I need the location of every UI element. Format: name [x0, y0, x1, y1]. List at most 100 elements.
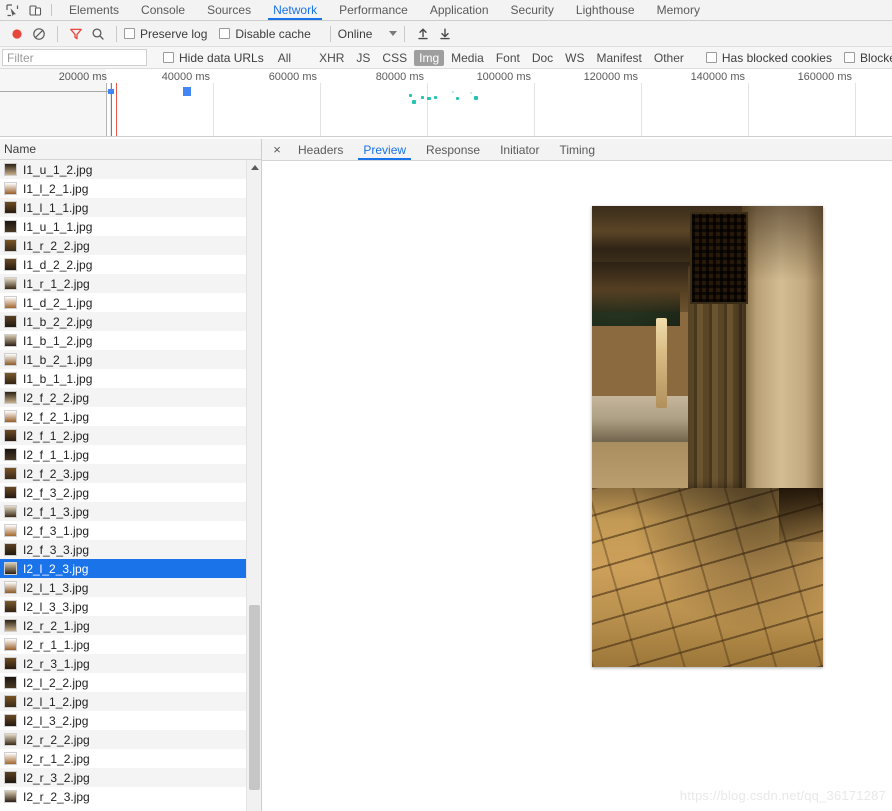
tab-security[interactable]: Security: [500, 0, 565, 20]
request-thumbnail-icon: [4, 334, 17, 347]
filter-type-all[interactable]: All: [273, 50, 296, 66]
scroll-up-arrow-icon[interactable]: [251, 165, 259, 170]
network-toolbar: Preserve log Disable cache Online: [0, 21, 892, 47]
request-row[interactable]: I2_l_1_2.jpg: [0, 692, 261, 711]
network-panel-body: Name I1_u_1_2.jpg I1_l_2_1.jpg I1_l_1_1.jp…: [0, 139, 892, 811]
request-list-scrollbar[interactable]: [246, 160, 261, 811]
detail-tab-headers[interactable]: Headers: [288, 139, 353, 160]
request-list-header: Name: [0, 139, 261, 160]
request-row[interactable]: I2_l_2_2.jpg: [0, 673, 261, 692]
overview-request-dot: [434, 96, 437, 99]
request-row[interactable]: I2_f_1_2.jpg: [0, 426, 261, 445]
request-row[interactable]: I2_f_3_1.jpg: [0, 521, 261, 540]
filter-type-doc[interactable]: Doc: [527, 50, 558, 66]
request-thumbnail-icon: [4, 657, 17, 670]
network-overview-timeline[interactable]: 20000 ms 40000 ms 60000 ms 80000 ms 100000 m…: [0, 69, 892, 137]
request-row[interactable]: I2_r_3_1.jpg: [0, 654, 261, 673]
search-icon[interactable]: [87, 23, 109, 45]
filter-type-ws[interactable]: WS: [560, 50, 589, 66]
request-thumbnail-icon: [4, 600, 17, 613]
overview-boundary-line: [0, 91, 110, 92]
tab-memory[interactable]: Memory: [646, 0, 711, 20]
request-row[interactable]: I1_d_2_1.jpg: [0, 293, 261, 312]
tab-sources[interactable]: Sources: [196, 0, 262, 20]
filter-type-js[interactable]: JS: [351, 50, 375, 66]
request-row[interactable]: I2_f_1_1.jpg: [0, 445, 261, 464]
export-har-icon[interactable]: [434, 23, 456, 45]
request-row[interactable]: I2_r_1_1.jpg: [0, 635, 261, 654]
request-row[interactable]: I1_l_1_1.jpg: [0, 198, 261, 217]
record-button[interactable]: [6, 23, 28, 45]
request-list[interactable]: I1_u_1_2.jpg I1_l_2_1.jpg I1_l_1_1.jpg I1_u…: [0, 160, 261, 811]
throttling-dropdown[interactable]: Online: [338, 27, 398, 41]
image-lantern-column: [656, 318, 667, 408]
filter-type-media[interactable]: Media: [446, 50, 489, 66]
request-thumbnail-icon: [4, 201, 17, 214]
request-row[interactable]: I2_f_3_3.jpg: [0, 540, 261, 559]
request-row[interactable]: I2_f_1_3.jpg: [0, 502, 261, 521]
request-name: I1_u_1_1.jpg: [23, 219, 93, 234]
detail-tab-preview[interactable]: Preview: [353, 139, 416, 160]
request-thumbnail-icon: [4, 505, 17, 518]
filter-input[interactable]: [2, 49, 147, 66]
request-row[interactable]: I1_b_1_1.jpg: [0, 369, 261, 388]
request-row[interactable]: I1_b_2_1.jpg: [0, 350, 261, 369]
request-row[interactable]: I2_r_2_2.jpg: [0, 730, 261, 749]
request-row[interactable]: I1_u_1_2.jpg: [0, 160, 261, 179]
request-row[interactable]: I1_d_2_2.jpg: [0, 255, 261, 274]
request-row[interactable]: I1_r_1_2.jpg: [0, 274, 261, 293]
tab-lighthouse[interactable]: Lighthouse: [565, 0, 646, 20]
inspect-element-icon[interactable]: [5, 3, 19, 17]
request-thumbnail-icon: [4, 448, 17, 461]
request-row[interactable]: I2_r_3_2.jpg: [0, 768, 261, 787]
tab-console[interactable]: Console: [130, 0, 196, 20]
detail-tab-response[interactable]: Response: [416, 139, 490, 160]
request-row[interactable]: I2_r_2_3.jpg: [0, 787, 261, 806]
request-row[interactable]: I1_b_1_2.jpg: [0, 331, 261, 350]
request-row[interactable]: I2_f_2_1.jpg: [0, 407, 261, 426]
overview-request-dot: [456, 97, 459, 100]
filter-type-font[interactable]: Font: [491, 50, 525, 66]
device-toolbar-icon[interactable]: [28, 3, 42, 17]
filter-type-xhr[interactable]: XHR: [314, 50, 349, 66]
request-row[interactable]: I1_u_1_1.jpg: [0, 217, 261, 236]
import-har-icon[interactable]: [412, 23, 434, 45]
close-icon[interactable]: ×: [266, 139, 288, 160]
image-plaster-wall: [742, 206, 823, 506]
request-row[interactable]: I2_l_1_3.jpg: [0, 578, 261, 597]
detail-tab-timing[interactable]: Timing: [549, 139, 605, 160]
request-thumbnail-icon: [4, 239, 17, 252]
request-row-selected[interactable]: I2_l_2_3.jpg: [0, 559, 261, 578]
request-row[interactable]: I2_f_3_2.jpg: [0, 483, 261, 502]
scrollbar-thumb[interactable]: [249, 605, 260, 790]
filter-type-other[interactable]: Other: [649, 50, 689, 66]
request-row[interactable]: I2_l_3_3.jpg: [0, 597, 261, 616]
request-name: I2_r_3_1.jpg: [23, 656, 90, 671]
filter-type-manifest[interactable]: Manifest: [592, 50, 647, 66]
has-blocked-cookies-label: Has blocked cookies: [721, 50, 832, 65]
disable-cache-checkbox[interactable]: Disable cache: [219, 27, 311, 41]
request-thumbnail-icon: [4, 163, 17, 176]
tab-elements[interactable]: Elements: [58, 0, 130, 20]
request-row[interactable]: I2_f_2_3.jpg: [0, 464, 261, 483]
tab-network[interactable]: Network: [262, 0, 328, 20]
tab-label: Memory: [656, 3, 700, 17]
request-row[interactable]: I2_r_2_1.jpg: [0, 616, 261, 635]
request-row[interactable]: I1_r_2_2.jpg: [0, 236, 261, 255]
blocked-requests-checkbox[interactable]: Blocked Requests: [843, 51, 892, 65]
request-row[interactable]: I2_r_1_2.jpg: [0, 749, 261, 768]
clear-button[interactable]: [28, 23, 50, 45]
filter-type-img[interactable]: Img: [414, 49, 445, 66]
filter-type-css[interactable]: CSS: [377, 50, 412, 66]
tab-application[interactable]: Application: [419, 0, 500, 20]
preserve-log-checkbox[interactable]: Preserve log: [124, 27, 207, 41]
hide-data-urls-checkbox[interactable]: Hide data URLs: [163, 51, 264, 65]
request-row[interactable]: I2_f_2_2.jpg: [0, 388, 261, 407]
request-row[interactable]: I2_l_3_2.jpg: [0, 711, 261, 730]
request-row[interactable]: I1_b_2_2.jpg: [0, 312, 261, 331]
request-row[interactable]: I1_l_2_1.jpg: [0, 179, 261, 198]
detail-tab-initiator[interactable]: Initiator: [490, 139, 549, 160]
has-blocked-cookies-checkbox[interactable]: Has blocked cookies: [705, 50, 832, 65]
filter-icon[interactable]: [65, 23, 87, 45]
tab-performance[interactable]: Performance: [328, 0, 419, 20]
